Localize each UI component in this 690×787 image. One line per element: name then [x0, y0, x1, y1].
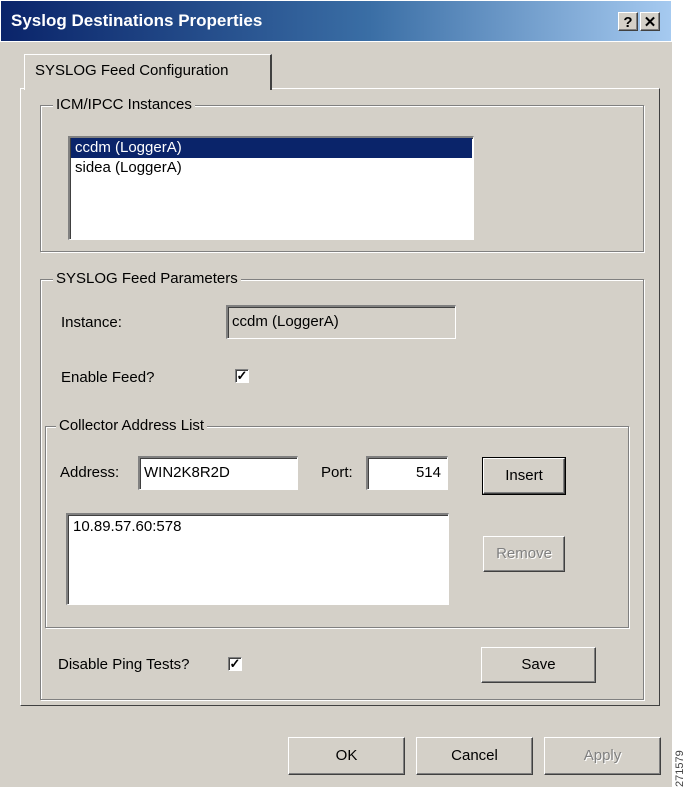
window-title: Syslog Destinations Properties: [11, 11, 263, 30]
instances-group-label: ICM/IPCC Instances: [53, 96, 195, 113]
instance-item[interactable]: sidea (LoggerA): [71, 158, 472, 178]
collector-address-item[interactable]: 10.89.57.60:578: [69, 517, 447, 537]
address-input[interactable]: WIN2K8R2D: [138, 456, 298, 490]
save-button[interactable]: Save: [481, 647, 596, 683]
feed-params-group-label: SYSLOG Feed Parameters: [53, 270, 241, 287]
instance-item[interactable]: ccdm (LoggerA): [71, 138, 472, 158]
address-label: Address:: [60, 464, 120, 481]
disable-ping-checkbox[interactable]: ✓: [228, 657, 242, 671]
disable-ping-label: Disable Ping Tests?: [58, 656, 190, 673]
collector-group: Collector Address List Address: WIN2K8R2…: [45, 417, 629, 628]
properties-dialog: Syslog Destinations Properties ? ✕ ICM/I…: [0, 0, 672, 787]
collector-address-list[interactable]: 10.89.57.60:578: [66, 513, 449, 605]
title-bar[interactable]: Syslog Destinations Properties ? ✕: [0, 0, 672, 42]
instance-field: ccdm (LoggerA): [226, 305, 456, 339]
instances-list[interactable]: ccdm (LoggerA) sidea (LoggerA): [68, 136, 474, 240]
instance-label: Instance:: [61, 314, 122, 331]
enable-feed-label: Enable Feed?: [61, 369, 155, 386]
insert-button[interactable]: Insert: [482, 457, 566, 495]
apply-button[interactable]: Apply: [544, 737, 661, 775]
tab-syslog-feed-configuration[interactable]: SYSLOG Feed Configuration: [24, 54, 272, 90]
figure-code: 271579: [674, 750, 686, 787]
ok-button[interactable]: OK: [288, 737, 405, 775]
enable-feed-checkbox[interactable]: ✓: [235, 369, 249, 383]
collector-group-label: Collector Address List: [56, 417, 208, 434]
port-label: Port:: [321, 464, 353, 481]
remove-button[interactable]: Remove: [483, 536, 565, 572]
feed-params-group: SYSLOG Feed Parameters Instance: ccdm (L…: [40, 270, 644, 700]
help-button[interactable]: ?: [618, 12, 638, 31]
cancel-button[interactable]: Cancel: [416, 737, 533, 775]
port-input[interactable]: 514: [366, 456, 448, 490]
close-button[interactable]: ✕: [640, 12, 660, 31]
tab-panel: ICM/IPCC Instances ccdm (LoggerA) sidea …: [20, 88, 660, 706]
instances-group: ICM/IPCC Instances ccdm (LoggerA) sidea …: [40, 96, 644, 252]
